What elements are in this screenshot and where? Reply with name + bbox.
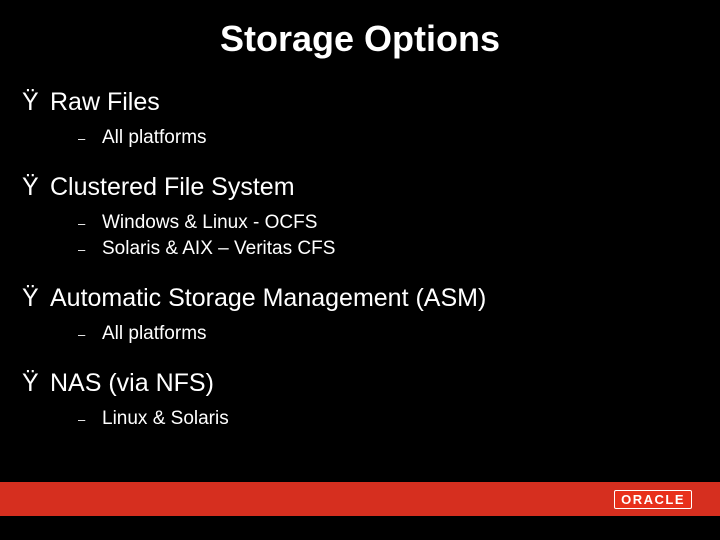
sub-bullet: – All platforms: [22, 323, 720, 345]
slide-title: Storage Options: [0, 0, 720, 70]
bullet-label: Clustered File System: [50, 173, 295, 202]
slide: Storage Options Ÿ Raw Files – All platfo…: [0, 0, 720, 540]
top-bullet: Ÿ Raw Files: [22, 88, 720, 117]
dash-icon: –: [78, 214, 102, 233]
dash-icon: –: [78, 410, 102, 429]
sub-label: All platforms: [102, 323, 207, 345]
dash-icon: –: [78, 240, 102, 259]
top-bullet: Ÿ Clustered File System: [22, 173, 720, 202]
sub-label: Solaris & AIX – Veritas CFS: [102, 238, 335, 260]
sub-label: All platforms: [102, 127, 207, 149]
bullet-group: Ÿ NAS (via NFS) – Linux & Solaris: [22, 369, 720, 430]
bullet-icon: Ÿ: [22, 369, 50, 398]
top-bullet: Ÿ Automatic Storage Management (ASM): [22, 284, 720, 313]
bullet-group: Ÿ Automatic Storage Management (ASM) – A…: [22, 284, 720, 345]
sub-bullet: – All platforms: [22, 127, 720, 149]
oracle-logo: ORACLE: [614, 490, 692, 509]
bullet-label: Automatic Storage Management (ASM): [50, 284, 486, 313]
sub-bullet: – Windows & Linux - OCFS: [22, 212, 720, 234]
top-bullet: Ÿ NAS (via NFS): [22, 369, 720, 398]
dash-icon: –: [78, 129, 102, 148]
sub-label: Windows & Linux - OCFS: [102, 212, 317, 234]
sub-label: Linux & Solaris: [102, 408, 229, 430]
footer-bar: ORACLE: [0, 482, 720, 516]
content-area: Ÿ Raw Files – All platforms Ÿ Clustered …: [0, 70, 720, 430]
sub-bullet: – Solaris & AIX – Veritas CFS: [22, 238, 720, 260]
bullet-label: Raw Files: [50, 88, 160, 117]
dash-icon: –: [78, 325, 102, 344]
bullet-label: NAS (via NFS): [50, 369, 214, 398]
bullet-icon: Ÿ: [22, 88, 50, 117]
bullet-group: Ÿ Raw Files – All platforms: [22, 88, 720, 149]
bullet-icon: Ÿ: [22, 284, 50, 313]
bullet-icon: Ÿ: [22, 173, 50, 202]
sub-bullet: – Linux & Solaris: [22, 408, 720, 430]
bullet-group: Ÿ Clustered File System – Windows & Linu…: [22, 173, 720, 260]
